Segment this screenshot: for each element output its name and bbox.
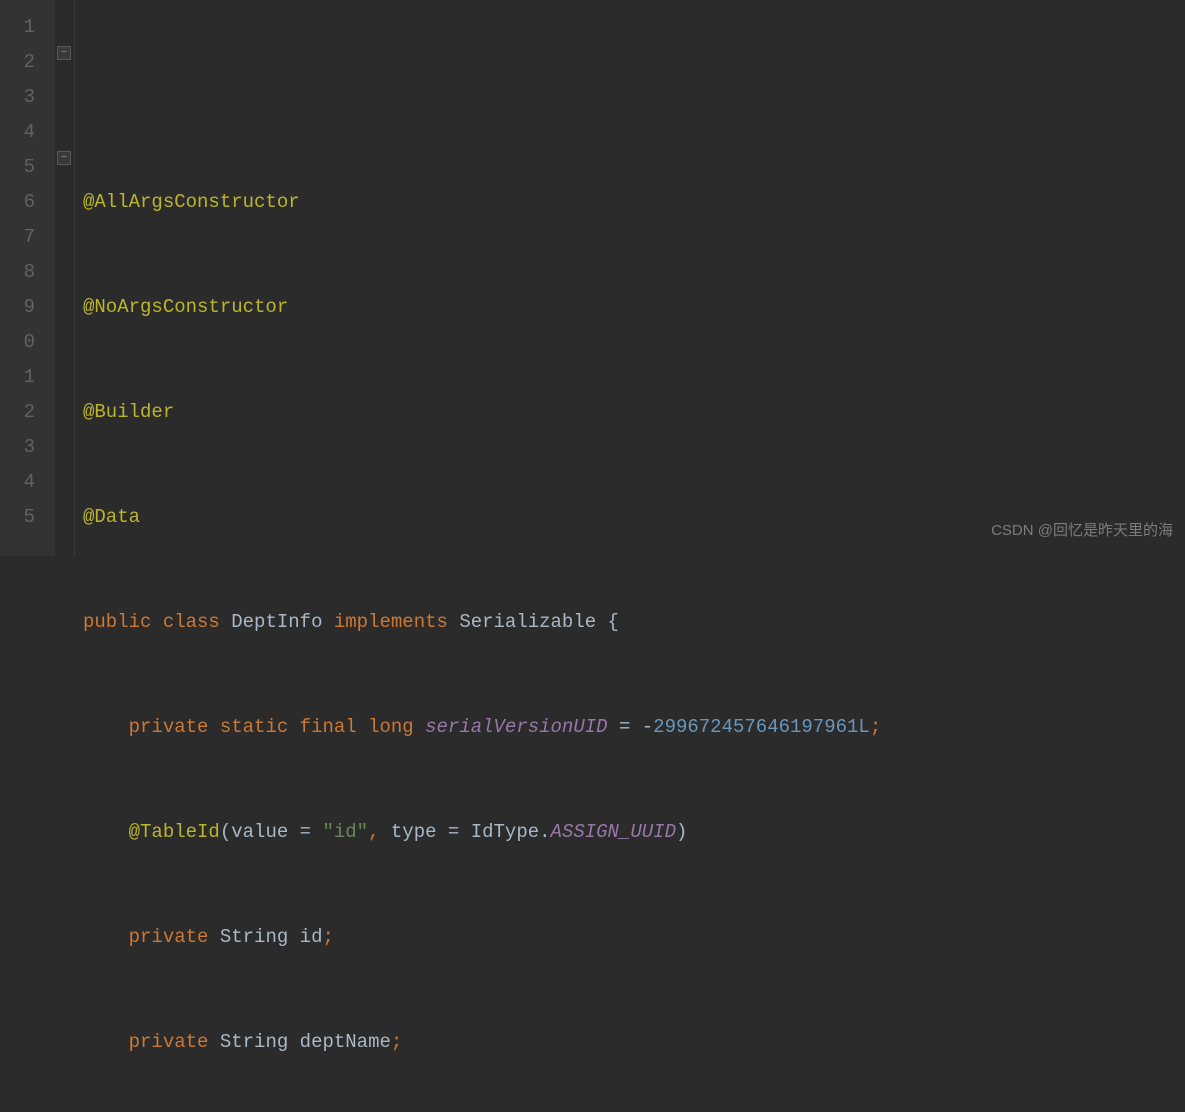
- attribute: type: [379, 821, 436, 843]
- interface-name: Serializable: [459, 611, 596, 633]
- watermark: CSDN @回忆是昨天里的海: [991, 513, 1173, 548]
- code-line: private static final long serialVersionU…: [83, 710, 881, 745]
- code-line: @Data: [83, 500, 881, 535]
- string-literal: "id": [322, 821, 368, 843]
- operator: =: [619, 716, 630, 738]
- field: deptName: [300, 1031, 391, 1053]
- semicolon: ;: [391, 1031, 402, 1053]
- line-number: 6: [0, 185, 35, 220]
- operator: -: [642, 716, 653, 738]
- keyword: public: [83, 611, 151, 633]
- keyword: private: [129, 926, 209, 948]
- field: serialVersionUID: [425, 716, 607, 738]
- keyword: class: [163, 611, 220, 633]
- code-line: @Builder: [83, 395, 881, 430]
- line-number: 9: [0, 290, 35, 325]
- enum-constant: ASSIGN_UUID: [551, 821, 676, 843]
- line-number: 5: [0, 500, 35, 535]
- paren: (: [220, 821, 231, 843]
- annotation: @Builder: [83, 401, 174, 423]
- line-number: 8: [0, 255, 35, 290]
- type: String: [220, 1031, 288, 1053]
- line-number: 5: [0, 150, 35, 185]
- fold-toggle-icon[interactable]: −: [57, 46, 71, 60]
- fold-toggle-icon[interactable]: −: [57, 151, 71, 165]
- line-number: 0: [0, 325, 35, 360]
- line-number: 3: [0, 430, 35, 465]
- line-number-gutter: 1 2 3 4 5 6 7 8 9 0 1 2 3 4 5: [0, 0, 55, 556]
- keyword: static: [220, 716, 288, 738]
- line-number: 4: [0, 465, 35, 500]
- paren: ): [676, 821, 687, 843]
- keyword: private: [129, 716, 209, 738]
- field: id: [300, 926, 323, 948]
- number: 299672457646197961L: [653, 716, 870, 738]
- operator: =: [288, 821, 322, 843]
- line-number: 4: [0, 115, 35, 150]
- code-line: @AllArgsConstructor: [83, 185, 881, 220]
- line-number: 1: [0, 10, 35, 45]
- semicolon: ;: [322, 926, 333, 948]
- operator: =: [437, 821, 471, 843]
- dot: .: [539, 821, 550, 843]
- code-line: @TableId(value = "id", type = IdType.ASS…: [83, 815, 881, 850]
- classname: DeptInfo: [231, 611, 322, 633]
- code-line: private String deptName;: [83, 1025, 881, 1060]
- attribute: value: [231, 821, 288, 843]
- code-area[interactable]: @AllArgsConstructor @NoArgsConstructor @…: [75, 0, 881, 556]
- line-number: 2: [0, 395, 35, 430]
- line-number: 1: [0, 360, 35, 395]
- line-number: 3: [0, 80, 35, 115]
- comma: ,: [368, 821, 379, 843]
- annotation: @AllArgsConstructor: [83, 191, 300, 213]
- annotation: @Data: [83, 506, 140, 528]
- line-number: 7: [0, 220, 35, 255]
- keyword: implements: [334, 611, 448, 633]
- keyword: long: [368, 716, 414, 738]
- code-line: [83, 80, 881, 115]
- code-editor: 1 2 3 4 5 6 7 8 9 0 1 2 3 4 5 − − @AllAr…: [0, 0, 1185, 556]
- code-line: @NoArgsConstructor: [83, 290, 881, 325]
- code-line: private String id;: [83, 920, 881, 955]
- classname: IdType: [471, 821, 539, 843]
- keyword: private: [129, 1031, 209, 1053]
- code-line: public class DeptInfo implements Seriali…: [83, 605, 881, 640]
- line-number: 2: [0, 45, 35, 80]
- brace: {: [608, 611, 619, 633]
- keyword: final: [300, 716, 357, 738]
- annotation: @TableId: [129, 821, 220, 843]
- fold-column: − −: [55, 0, 75, 556]
- semicolon: ;: [870, 716, 881, 738]
- type: String: [220, 926, 288, 948]
- annotation: @NoArgsConstructor: [83, 296, 288, 318]
